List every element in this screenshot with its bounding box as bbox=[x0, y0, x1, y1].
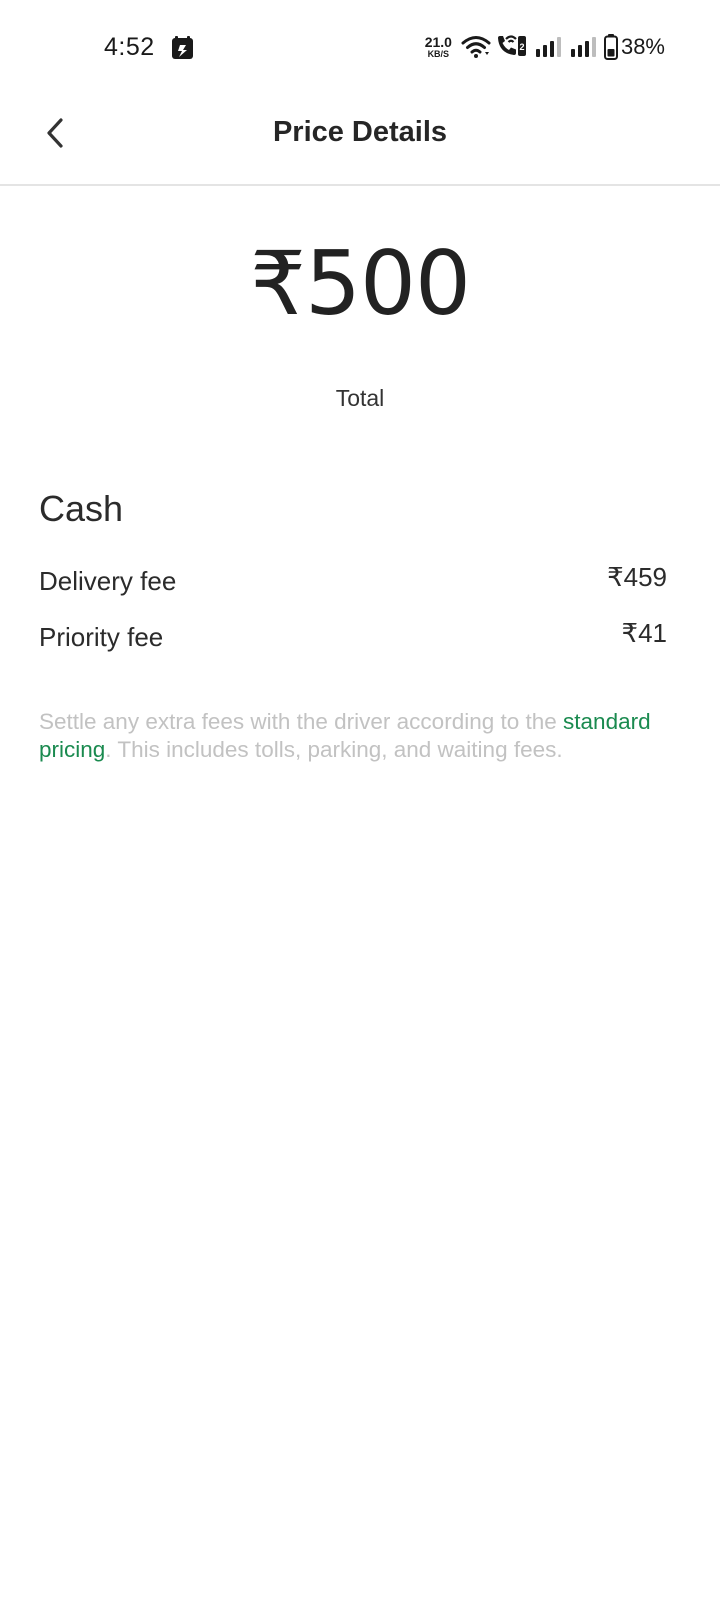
extra-fees-note: Settle any extra fees with the driver ac… bbox=[39, 708, 659, 764]
status-icons: 21.0 KB/S 2 38% bbox=[425, 32, 665, 62]
fee-row-priority: Priority fee ₹41 bbox=[39, 618, 681, 662]
fee-row-delivery: Delivery fee ₹459 bbox=[39, 562, 681, 606]
note-text-before: Settle any extra fees with the driver ac… bbox=[39, 709, 557, 734]
signal-sim2-icon bbox=[570, 37, 596, 57]
total-label: Total bbox=[335, 385, 385, 411]
status-bar: 4:52 21.0 KB/S 2 38% bbox=[0, 0, 720, 96]
status-time: 4:52 bbox=[104, 33, 155, 61]
wifi-icon bbox=[461, 36, 491, 58]
battery-icon bbox=[603, 34, 618, 60]
signal-sim1-icon bbox=[535, 37, 561, 57]
network-speed-unit: KB/S bbox=[427, 49, 450, 59]
page-title: Price Details bbox=[272, 116, 448, 148]
app-header: Price Details bbox=[0, 96, 720, 186]
priority-fee-label: Priority fee bbox=[39, 622, 164, 652]
network-speed-value: 21.0 bbox=[424, 34, 452, 50]
delivery-fee-value: ₹459 bbox=[607, 562, 667, 592]
total-amount: ₹500 bbox=[250, 232, 471, 335]
battery-percentage: 38% bbox=[620, 34, 665, 59]
payment-method: Cash bbox=[39, 488, 124, 529]
notification-app-icon bbox=[171, 36, 194, 60]
priority-fee-value: ₹41 bbox=[621, 618, 667, 648]
wifi-calling-icon: 2 bbox=[497, 35, 526, 56]
svg-text:2: 2 bbox=[519, 42, 524, 52]
delivery-fee-label: Delivery fee bbox=[39, 566, 177, 596]
note-text-after: . This includes tolls, parking, and wait… bbox=[105, 737, 563, 762]
network-speed: 21.0 KB/S bbox=[425, 35, 452, 59]
